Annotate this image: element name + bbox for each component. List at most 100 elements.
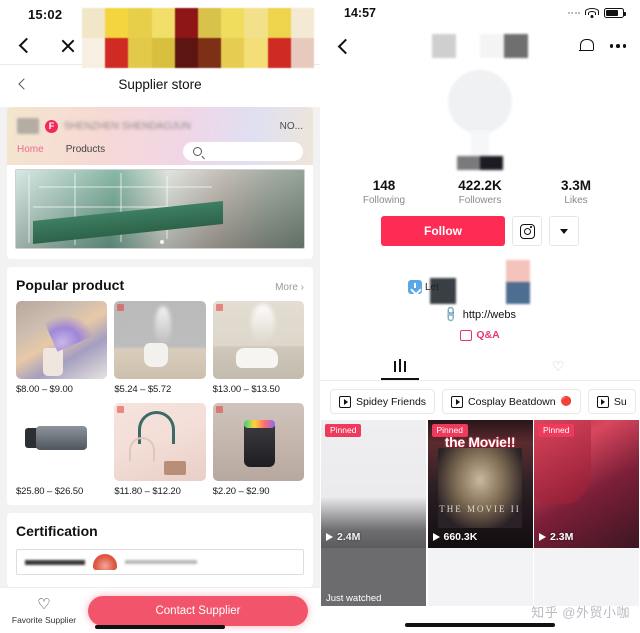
video-thumbnail[interactable] xyxy=(427,548,533,606)
playlist-emoji: 🔴 xyxy=(560,396,572,406)
link-icon: 🔗 xyxy=(442,305,461,324)
more-link[interactable]: More › xyxy=(275,282,304,293)
certification-card[interactable] xyxy=(16,549,304,575)
stat-label: Following xyxy=(362,195,406,206)
more-label: More xyxy=(275,282,298,293)
home-indicator xyxy=(405,623,555,627)
store-tab-bar: Home Products xyxy=(17,142,303,161)
view-count: 660.3K xyxy=(432,531,477,543)
product-price: $13.00 – $13.50 xyxy=(212,384,280,395)
bio-censor-block xyxy=(506,260,530,304)
navbar-right-actions xyxy=(578,38,626,54)
store-tab-products[interactable]: Products xyxy=(66,144,105,155)
pinned-badge: Pinned xyxy=(325,424,362,437)
favorite-supplier-button[interactable]: ♡ Favorite Supplier xyxy=(12,597,76,625)
back-chevron-icon[interactable] xyxy=(14,36,34,56)
playlist-chip[interactable]: Cosplay Beatdown 🔴 xyxy=(442,389,581,414)
playlist-label: Spidey Friends xyxy=(356,395,427,408)
more-dots-icon[interactable] xyxy=(609,44,626,48)
playlist-chip[interactable]: Su xyxy=(587,389,636,414)
product-card[interactable]: $2.20 – $2.90 xyxy=(212,403,304,497)
video-thumbnail[interactable]: Pinned 2.4M xyxy=(321,420,426,548)
store-badge: F xyxy=(45,119,58,133)
certification-section: Certification xyxy=(7,513,313,587)
censored-overlay-banner xyxy=(82,8,314,68)
back-chevron-icon[interactable] xyxy=(334,37,352,55)
status-time: 14:57 xyxy=(344,6,376,20)
tab-liked[interactable]: ♡ xyxy=(480,351,640,380)
stat-followers[interactable]: 422.2K Followers xyxy=(449,178,511,206)
qa-badge[interactable]: Q&A xyxy=(460,329,500,341)
banner-page-dot xyxy=(160,240,164,244)
close-x-icon[interactable] xyxy=(58,36,78,56)
video-title-overlay: the Movie!! xyxy=(444,434,516,450)
product-card[interactable]: $13.00 – $13.50 xyxy=(212,301,304,395)
popular-product-header: Popular product More › xyxy=(16,277,304,293)
page-title: Supplier store xyxy=(118,76,202,92)
left-sub-navbar: Supplier store xyxy=(0,65,320,103)
contact-supplier-button[interactable]: Contact Supplier xyxy=(88,595,308,626)
certification-text-blurred xyxy=(25,559,85,565)
store-header-card: F SHENZHEN SHENDAOJUN NO... Home Product… xyxy=(7,107,313,259)
playlist-icon xyxy=(451,395,464,408)
instagram-link-button[interactable] xyxy=(512,216,542,246)
pinned-badge: Pinned xyxy=(538,424,575,437)
store-search-input[interactable] xyxy=(183,142,303,161)
grid-posts-icon xyxy=(393,359,407,372)
product-image xyxy=(212,301,304,379)
stat-following[interactable]: 148 Following xyxy=(353,178,415,206)
wifi-icon xyxy=(585,7,599,19)
playlist-label: Cosplay Beatdown xyxy=(468,395,556,408)
profile-tab-bar: ♡ xyxy=(320,351,640,381)
play-icon xyxy=(539,533,546,541)
product-image xyxy=(16,301,108,379)
home-indicator xyxy=(95,625,225,629)
video-grid: Pinned 2.4M Pinned the Movie!! THE MOVIE… xyxy=(320,420,640,548)
product-card[interactable]: $11.80 – $12.20 xyxy=(114,403,206,497)
video-thumbnail[interactable]: Pinned the Movie!! THE MOVIE II 660.3K xyxy=(427,420,533,548)
factory-banner-image[interactable] xyxy=(15,169,305,249)
stat-label: Followers xyxy=(458,195,502,206)
store-tab-home[interactable]: Home xyxy=(17,144,44,155)
follow-button[interactable]: Follow xyxy=(381,216,505,246)
store-header: F SHENZHEN SHENDAOJUN NO... Home Product… xyxy=(7,107,313,165)
product-price: $5.24 – $5.72 xyxy=(114,384,172,395)
search-icon xyxy=(193,147,202,156)
video-caption: Just watched xyxy=(326,593,382,604)
product-card[interactable]: $25.80 – $26.50 xyxy=(16,403,108,497)
stat-value: 422.2K xyxy=(458,178,502,193)
video-subtitle-overlay: THE MOVIE II xyxy=(439,504,521,514)
view-count-value: 2.4M xyxy=(337,531,361,543)
product-grid: $8.00 – $9.00 $5.24 – $5.72 $13.00 – $13… xyxy=(16,301,304,497)
profile-link-row[interactable]: 🔗 http://webs xyxy=(442,305,516,324)
product-card[interactable]: $8.00 – $9.00 xyxy=(16,301,108,395)
store-identity-row: F SHENZHEN SHENDAOJUN NO... xyxy=(17,115,303,137)
play-icon xyxy=(432,533,440,541)
video-thumbnail[interactable] xyxy=(534,548,639,606)
view-count: 2.3M xyxy=(539,531,573,543)
tab-posts[interactable] xyxy=(320,351,480,380)
more-actions-button[interactable] xyxy=(549,216,579,246)
qa-icon xyxy=(460,329,473,341)
profile-stats-row: 148 Following 422.2K Followers 3.3M Like… xyxy=(320,178,640,206)
playlist-icon xyxy=(596,395,609,408)
playlist-chip[interactable]: Spidey Friends xyxy=(330,389,436,414)
right-status-bar: 14:57 xyxy=(320,0,640,26)
playlist-icon xyxy=(339,395,351,408)
heart-outline-icon: ♡ xyxy=(37,595,51,613)
download-icon xyxy=(408,280,422,294)
profile-link-text: http://webs xyxy=(462,308,516,321)
product-card[interactable]: $5.24 – $5.72 xyxy=(114,301,206,395)
playlist-label: Su xyxy=(613,395,627,408)
status-icon-group xyxy=(567,7,626,19)
product-price: $11.80 – $12.20 xyxy=(114,486,181,497)
video-thumbnail[interactable]: Pinned 2.3M xyxy=(534,420,639,548)
view-count-value: 2.3M xyxy=(550,531,574,543)
status-time: 15:02 xyxy=(28,6,63,22)
bell-icon[interactable] xyxy=(578,38,594,54)
avatar[interactable] xyxy=(448,70,512,134)
video-thumbnail[interactable]: Just watched xyxy=(321,548,426,606)
product-price: $8.00 – $9.00 xyxy=(16,384,73,395)
stat-likes[interactable]: 3.3M Likes xyxy=(545,178,607,206)
stat-value: 3.3M xyxy=(560,178,591,193)
